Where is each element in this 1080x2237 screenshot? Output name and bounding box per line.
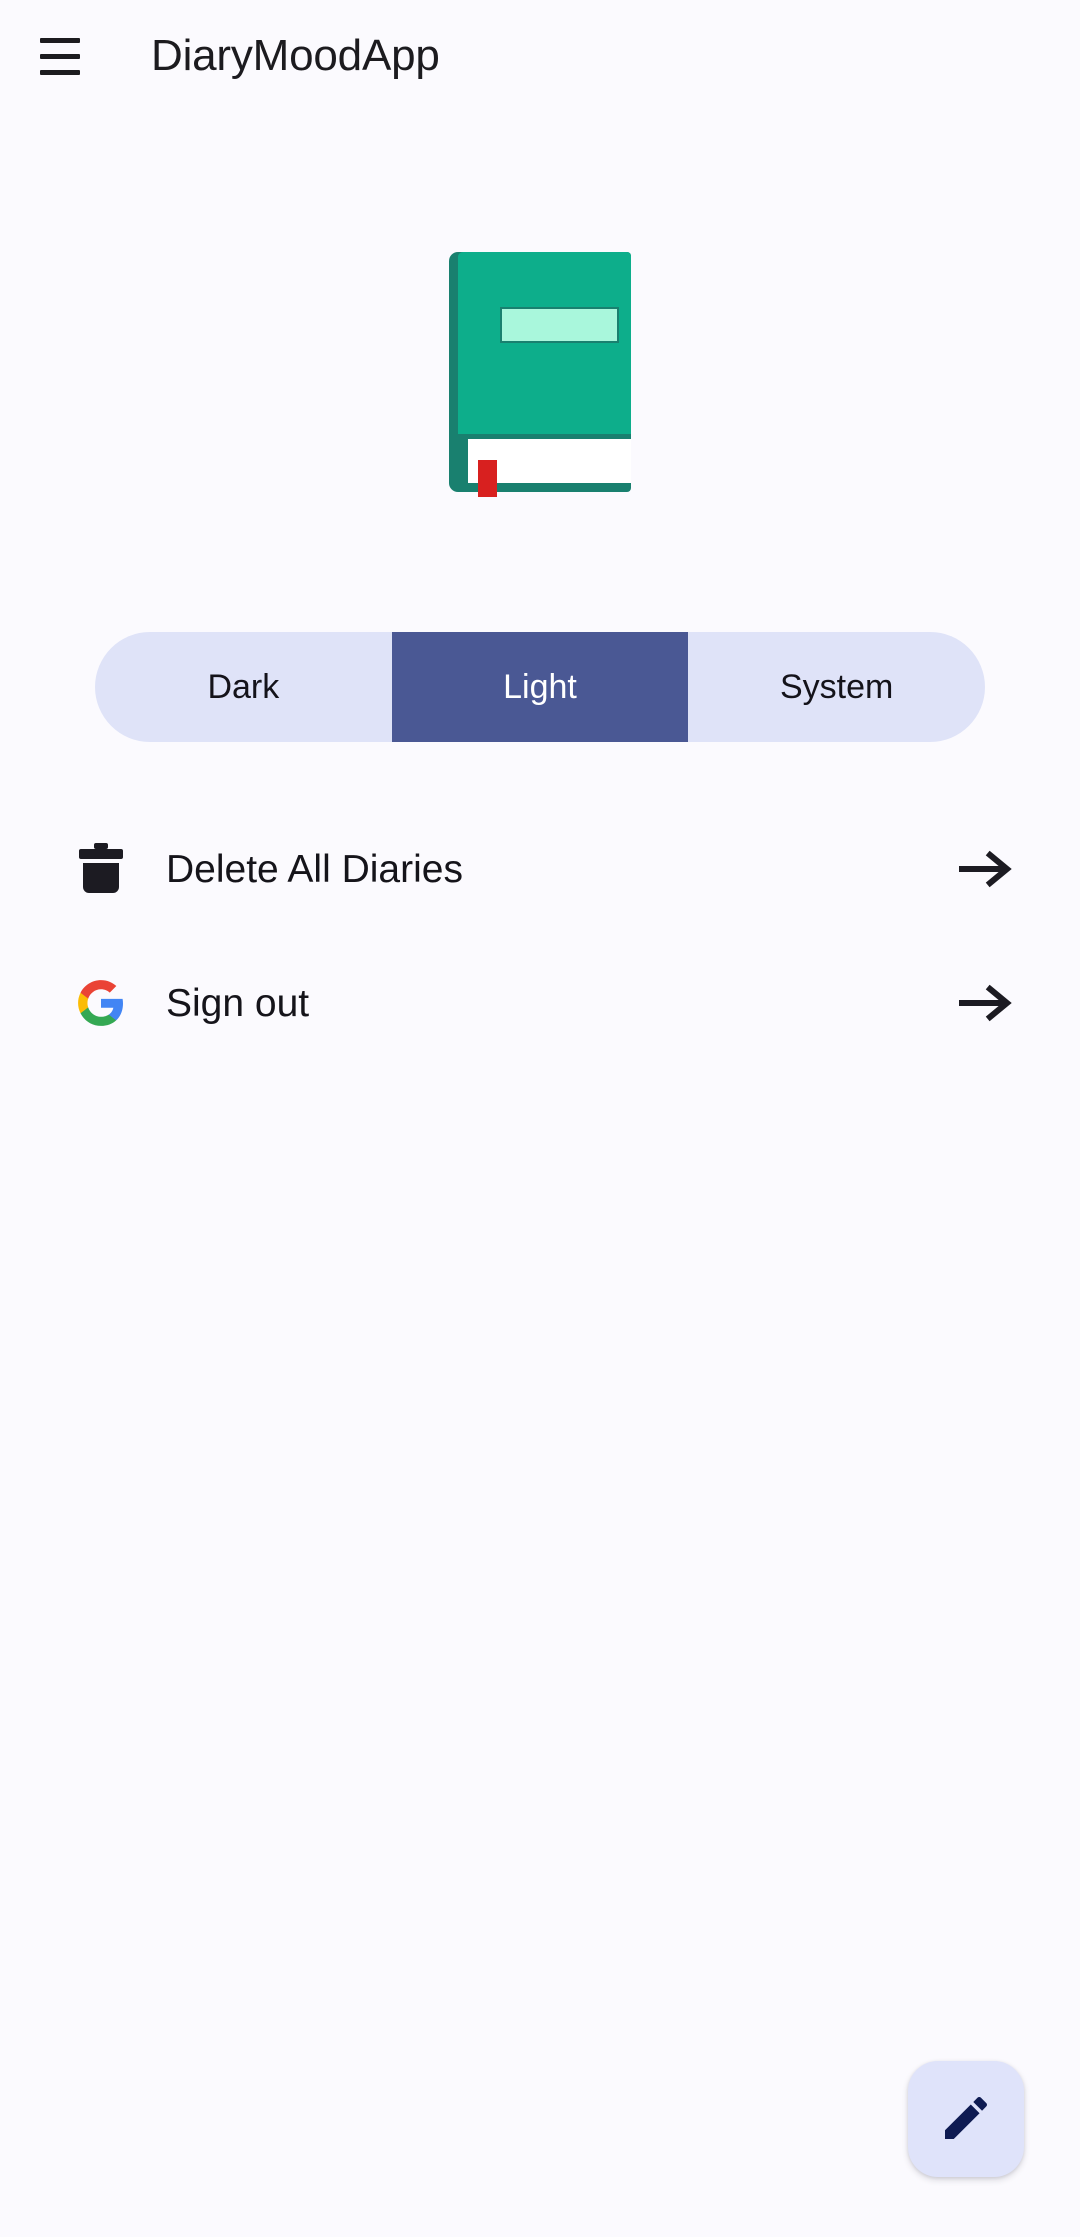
- theme-option-light[interactable]: Light: [391, 632, 689, 742]
- google-logo-icon: [72, 974, 130, 1032]
- app-bar: DiaryMoodApp: [0, 0, 1080, 112]
- theme-option-system[interactable]: System: [688, 632, 985, 742]
- book-bookmark-ribbon: [478, 460, 497, 497]
- theme-mode-segmented-control[interactable]: Dark Light System: [95, 632, 985, 742]
- action-row-delete-all-diaries[interactable]: Delete All Diaries: [72, 802, 1014, 936]
- settings-action-list: Delete All Diaries Sign out: [0, 802, 1080, 1070]
- app-title: DiaryMoodApp: [151, 31, 440, 80]
- book-cover-label: [500, 307, 619, 343]
- action-label-sign-out: Sign out: [166, 981, 310, 1025]
- arrow-right-icon[interactable]: [958, 975, 1014, 1031]
- menu-bar-2: [40, 53, 80, 59]
- menu-bar-1: [40, 37, 80, 43]
- action-row-sign-out[interactable]: Sign out: [72, 936, 1014, 1070]
- menu-bar-3: [40, 69, 80, 75]
- green-book-illustration: [449, 252, 631, 497]
- trash-icon: [72, 840, 130, 898]
- book-cover: [458, 252, 631, 434]
- pencil-edit-icon: [938, 2090, 994, 2149]
- new-diary-fab[interactable]: [908, 2061, 1024, 2177]
- hamburger-menu-icon[interactable]: [40, 28, 96, 84]
- hero-illustration-area: [0, 112, 1080, 632]
- arrow-right-icon[interactable]: [958, 841, 1014, 897]
- theme-option-dark[interactable]: Dark: [95, 632, 392, 742]
- action-label-delete-all-diaries: Delete All Diaries: [166, 847, 463, 891]
